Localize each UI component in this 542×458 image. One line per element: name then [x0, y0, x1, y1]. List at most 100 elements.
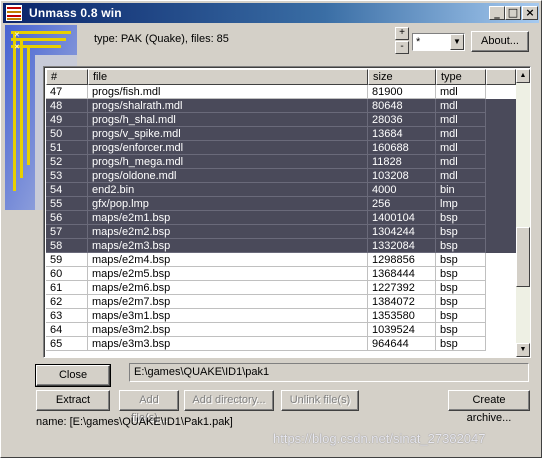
table-cell-type: bsp	[436, 281, 486, 295]
table-cell-type: bsp	[436, 295, 486, 309]
spinner-down-button[interactable]: -	[395, 41, 409, 54]
close-button-label: Close	[58, 369, 88, 381]
table-row[interactable]: 57 maps/e2m2.bsp 1304244 bsp	[46, 225, 516, 239]
scrollbar-thumb[interactable]	[516, 227, 530, 287]
table-cell-num: 52	[46, 155, 88, 169]
table-row[interactable]: 59 maps/e2m4.bsp 1298856 bsp	[46, 253, 516, 267]
table-row[interactable]: 48 progs/shalrath.mdl 80648 mdl	[46, 99, 516, 113]
column-header-size[interactable]: size	[368, 69, 436, 85]
unlink-files-button-label: Unlink file(s)	[289, 394, 351, 406]
unlink-files-button[interactable]: Unlink file(s)	[281, 390, 359, 411]
table-cell-type: mdl	[436, 141, 486, 155]
table-cell-file: end2.bin	[88, 183, 368, 197]
table-cell-type: mdl	[436, 85, 486, 99]
table-cell-num: 57	[46, 225, 88, 239]
title-bar[interactable]: Unmass 0.8 win _ □ ×	[3, 3, 539, 23]
table-row[interactable]: 62 maps/e2m7.bsp 1384072 bsp	[46, 295, 516, 309]
table-cell-type: bsp	[436, 211, 486, 225]
table-cell-file: progs/h_mega.mdl	[88, 155, 368, 169]
table-cell-size: 13684	[368, 127, 436, 141]
table-row[interactable]: 63 maps/e3m1.bsp 1353580 bsp	[46, 309, 516, 323]
column-header-number[interactable]: #	[46, 69, 88, 85]
table-cell-size: 964644	[368, 337, 436, 351]
table-row[interactable]: 56 maps/e2m1.bsp 1400104 bsp	[46, 211, 516, 225]
file-list-header: # file size type	[46, 69, 516, 85]
table-cell-type: bsp	[436, 267, 486, 281]
table-cell-size: 11828	[368, 155, 436, 169]
table-row[interactable]: 50 progs/v_spike.mdl 13684 mdl	[46, 127, 516, 141]
table-cell-file: maps/e2m1.bsp	[88, 211, 368, 225]
close-window-button[interactable]: ×	[522, 6, 538, 20]
maximize-button[interactable]: □	[505, 6, 521, 20]
table-row[interactable]: 60 maps/e2m5.bsp 1368444 bsp	[46, 267, 516, 281]
table-row[interactable]: 52 progs/h_mega.mdl 11828 mdl	[46, 155, 516, 169]
about-button-label: About...	[481, 35, 519, 47]
table-cell-size: 160688	[368, 141, 436, 155]
add-directory-button[interactable]: Add directory...	[184, 390, 274, 411]
table-cell-size: 1298856	[368, 253, 436, 267]
table-cell-file: maps/e2m3.bsp	[88, 239, 368, 253]
table-cell-type: mdl	[436, 127, 486, 141]
table-cell-size: 256	[368, 197, 436, 211]
extract-button[interactable]: Extract	[36, 390, 110, 411]
table-cell-size: 80648	[368, 99, 436, 113]
table-cell-num: 59	[46, 253, 88, 267]
filter-value: *	[416, 36, 421, 48]
add-files-button[interactable]: Add file(s)...	[119, 390, 179, 424]
table-cell-size: 1332084	[368, 239, 436, 253]
minimize-button[interactable]: _	[489, 6, 505, 20]
path-field: E:\games\QUAKE\ID1\pak1	[129, 363, 529, 382]
table-row[interactable]: 51 progs/enforcer.mdl 160688 mdl	[46, 141, 516, 155]
spinner-up-button[interactable]: +	[395, 27, 409, 40]
table-cell-file: progs/fish.mdl	[88, 85, 368, 99]
status-text: name: [E:\games\QUAKE\ID1\Pak1.pak]	[36, 416, 233, 428]
table-row[interactable]: 47 progs/fish.mdl 81900 mdl	[46, 85, 516, 99]
table-row[interactable]: 54 end2.bin 4000 bin	[46, 183, 516, 197]
table-cell-num: 53	[46, 169, 88, 183]
table-row[interactable]: 49 progs/h_shal.mdl 28036 mdl	[46, 113, 516, 127]
about-button[interactable]: About...	[471, 31, 529, 52]
scroll-down-icon[interactable]: ▼	[516, 343, 530, 357]
table-cell-type: bsp	[436, 323, 486, 337]
table-row[interactable]: 64 maps/e3m2.bsp 1039524 bsp	[46, 323, 516, 337]
table-row[interactable]: 65 maps/e3m3.bsp 964644 bsp	[46, 337, 516, 351]
file-list[interactable]: # file size type 47 progs/fish.mdl 81900 md…	[43, 66, 531, 358]
table-cell-file: maps/e2m7.bsp	[88, 295, 368, 309]
scroll-up-icon[interactable]: ▲	[516, 69, 530, 83]
table-row[interactable]: 53 progs/oldone.mdl 103208 mdl	[46, 169, 516, 183]
table-cell-size: 103208	[368, 169, 436, 183]
table-cell-type: bsp	[436, 337, 486, 351]
column-header-type[interactable]: type	[436, 69, 486, 85]
table-cell-size: 1227392	[368, 281, 436, 295]
vertical-scrollbar[interactable]: ▲ ▼	[516, 69, 530, 357]
table-cell-size: 1400104	[368, 211, 436, 225]
table-row[interactable]: 61 maps/e2m6.bsp 1227392 bsp	[46, 281, 516, 295]
close-button[interactable]: Close	[35, 364, 111, 387]
create-archive-button-label: Create archive...	[466, 394, 512, 424]
table-cell-num: 55	[46, 197, 88, 211]
table-cell-num: 47	[46, 85, 88, 99]
filter-combobox[interactable]: * ▼	[412, 33, 465, 51]
table-cell-type: mdl	[436, 155, 486, 169]
table-row[interactable]: 58 maps/e2m3.bsp 1332084 bsp	[46, 239, 516, 253]
table-cell-file: progs/shalrath.mdl	[88, 99, 368, 113]
main-window: Unmass 0.8 win _ □ × ✕ ✕ type: PAK (Quak…	[0, 0, 542, 458]
table-cell-num: 51	[46, 141, 88, 155]
chevron-down-icon[interactable]: ▼	[450, 34, 464, 50]
table-cell-type: bsp	[436, 239, 486, 253]
table-cell-size: 1384072	[368, 295, 436, 309]
table-cell-file: maps/e3m2.bsp	[88, 323, 368, 337]
table-cell-num: 58	[46, 239, 88, 253]
table-cell-num: 65	[46, 337, 88, 351]
create-archive-button[interactable]: Create archive...	[448, 390, 530, 424]
table-cell-file: progs/h_shal.mdl	[88, 113, 368, 127]
table-cell-num: 56	[46, 211, 88, 225]
table-cell-file: maps/e2m5.bsp	[88, 267, 368, 281]
svg-text:✕: ✕	[14, 31, 20, 39]
archive-info: type: PAK (Quake), files: 85	[94, 33, 229, 45]
table-cell-file: maps/e2m4.bsp	[88, 253, 368, 267]
table-cell-file: maps/e3m3.bsp	[88, 337, 368, 351]
column-header-file[interactable]: file	[88, 69, 368, 85]
table-row[interactable]: 55 gfx/pop.lmp 256 lmp	[46, 197, 516, 211]
table-cell-file: gfx/pop.lmp	[88, 197, 368, 211]
